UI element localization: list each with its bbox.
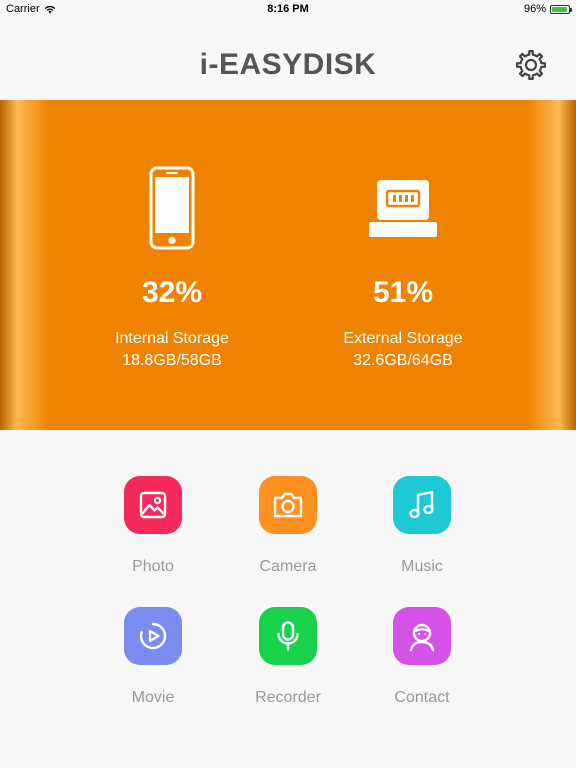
contact-button[interactable]: Contact (362, 607, 482, 707)
person-icon (409, 623, 435, 652)
storage-icon-wrap (72, 166, 272, 250)
recorder-button[interactable]: Recorder (228, 607, 348, 707)
status-time: 8:16 PM (267, 3, 309, 15)
storage-icon-wrap (303, 166, 503, 250)
photo-button[interactable]: Photo (93, 476, 213, 576)
status-bar: Carrier 8:16 PM 96% (0, 0, 576, 18)
music-icon-tile (393, 476, 451, 534)
recorder-label: Recorder (255, 689, 321, 706)
movie-label: Movie (131, 689, 175, 706)
external-storage-label: External Storage (343, 330, 463, 347)
contact-label: Contact (394, 689, 450, 706)
camera-label: Camera (259, 558, 317, 575)
camera-button[interactable]: Camera (228, 476, 348, 576)
battery-level (552, 6, 568, 12)
photo-label: Photo (132, 558, 174, 575)
battery-percent: 96% (523, 3, 546, 15)
external-storage-size: 32.6GB/64GB (353, 352, 453, 369)
internal-storage-label: Internal Storage (115, 330, 229, 347)
contact-icon-tile (393, 607, 451, 665)
play-icon (139, 622, 167, 650)
internal-storage-size: 18.8GB/58GB (122, 352, 222, 369)
image-icon (139, 491, 167, 519)
external-storage-percent: 51% (372, 276, 434, 309)
recorder-icon-tile (259, 607, 317, 665)
microphone-icon (277, 621, 299, 651)
status-right: 96% (523, 3, 572, 15)
movie-icon-tile (124, 607, 182, 665)
camera-icon-tile (259, 476, 317, 534)
settings-button[interactable] (514, 48, 548, 82)
music-button[interactable]: Music (362, 476, 482, 576)
gear-icon (516, 50, 546, 80)
app-title: i-EASYDISK (199, 48, 377, 81)
app-header: i-EASYDISK (0, 18, 576, 100)
storage-banner: 32% Internal Storage 18.8GB/58GB 51% Ext… (0, 100, 576, 430)
battery-icon (550, 4, 572, 14)
camera-icon (273, 492, 303, 518)
internal-storage-percent: 32% (141, 276, 203, 309)
photo-icon-tile (124, 476, 182, 534)
music-note-icon (409, 490, 434, 519)
music-label: Music (401, 558, 443, 575)
phone-icon (149, 166, 195, 250)
feature-grid: Photo Camera Music Movie Recorder Contac… (0, 430, 576, 768)
movie-button[interactable]: Movie (93, 607, 213, 707)
lightning-connector-icon (369, 180, 437, 237)
